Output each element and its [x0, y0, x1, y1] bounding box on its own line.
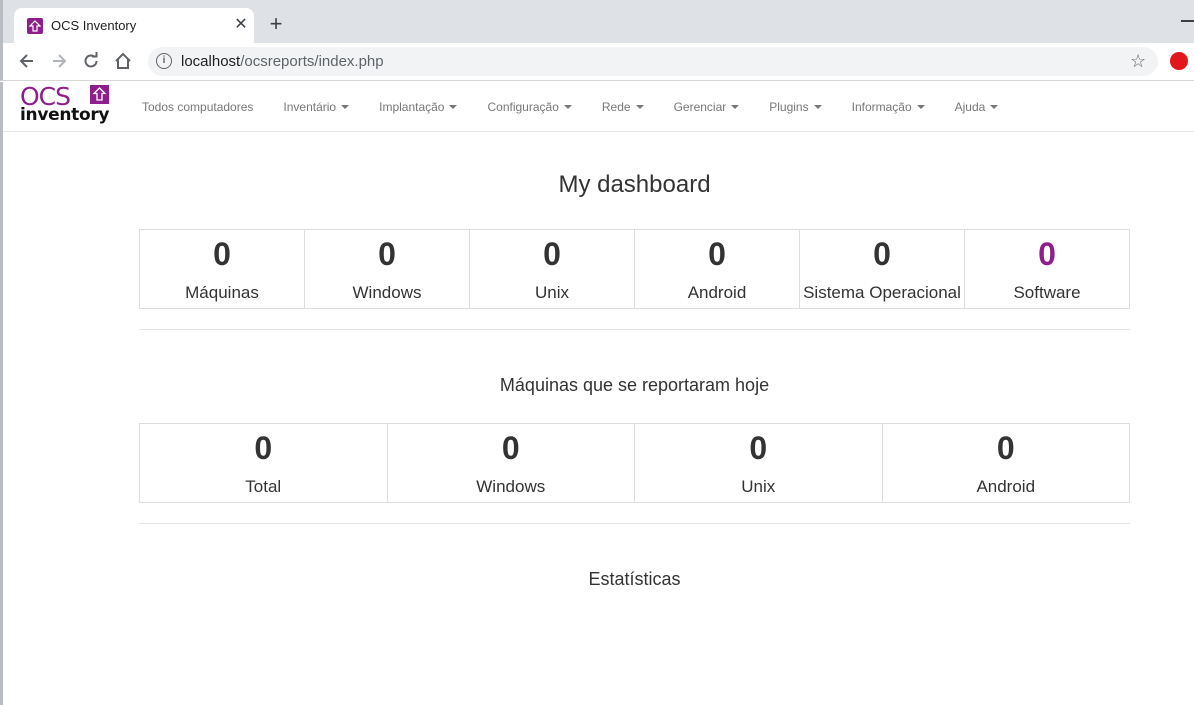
- stat-value: 0: [543, 236, 561, 272]
- close-tab-icon[interactable]: ✕: [233, 17, 249, 33]
- stat-value: 0: [996, 430, 1015, 466]
- stat-label: Android: [687, 283, 747, 302]
- menu-rede[interactable]: Rede: [587, 82, 659, 132]
- home-icon[interactable]: [113, 51, 133, 71]
- menu-configuracao[interactable]: Configuração: [472, 82, 586, 132]
- today-card-unix[interactable]: 0 Unix: [635, 424, 883, 502]
- today-card-total[interactable]: 0 Total: [140, 424, 388, 502]
- today-card-android[interactable]: 0 Android: [883, 424, 1130, 502]
- stat-value: 0: [749, 430, 768, 466]
- menu-ajuda[interactable]: Ajuda: [940, 82, 1014, 132]
- stat-value: 0: [501, 430, 520, 466]
- stat-value: 0: [873, 236, 891, 272]
- stat-label: Android: [976, 477, 1036, 496]
- menu-gerenciar[interactable]: Gerenciar: [659, 82, 755, 132]
- reload-icon[interactable]: [81, 51, 101, 71]
- stat-label: Unix: [741, 477, 776, 496]
- menu-inventario[interactable]: Inventário: [268, 82, 364, 132]
- stat-card-maquinas[interactable]: 0 Máquinas: [140, 230, 305, 308]
- menu-plugins[interactable]: Plugins: [754, 82, 836, 132]
- stat-label: Sistema Operacional: [803, 283, 961, 302]
- main-navbar: OCS inventory Todos computadores Inventá…: [3, 82, 1194, 132]
- caret-down-icon: [341, 105, 350, 109]
- back-icon[interactable]: [17, 51, 37, 71]
- stat-label: Windows: [352, 283, 422, 302]
- bookmark-star-icon[interactable]: ☆: [1130, 51, 1146, 72]
- caret-down-icon: [449, 105, 458, 109]
- logo-upload-icon: [90, 85, 109, 104]
- caret-down-icon: [916, 105, 925, 109]
- address-bar[interactable]: i localhost/ocsreports/index.php ☆: [148, 47, 1158, 76]
- stat-card-software[interactable]: 0 Software: [965, 230, 1129, 308]
- stat-value: 0: [213, 236, 231, 272]
- stat-card-sistema-operacional[interactable]: 0 Sistema Operacional: [800, 230, 965, 308]
- stat-value-link[interactable]: 0: [965, 236, 1129, 273]
- stats-section-title: Estatísticas: [588, 569, 681, 589]
- ocs-favicon-icon: [27, 18, 43, 34]
- page-title: My dashboard: [558, 171, 711, 198]
- minimize-icon[interactable]: [1181, 20, 1194, 22]
- stat-card-android[interactable]: 0 Android: [635, 230, 800, 308]
- caret-down-icon: [635, 105, 644, 109]
- tab-title: OCS Inventory: [51, 18, 137, 33]
- browser-tab[interactable]: OCS Inventory ✕: [14, 8, 254, 43]
- caret-down-icon: [990, 105, 999, 109]
- today-stats: 0 Total 0 Windows 0 Unix 0 Android: [139, 423, 1130, 503]
- today-section-title: Máquinas que se reportaram hoje: [499, 375, 770, 395]
- menu-implantacao[interactable]: Implantação: [364, 82, 472, 132]
- stat-value: 0: [254, 430, 273, 466]
- new-tab-icon[interactable]: +: [265, 13, 287, 35]
- stat-card-windows[interactable]: 0 Windows: [305, 230, 470, 308]
- stat-value: 0: [378, 236, 396, 272]
- stat-label: Máquinas: [185, 283, 259, 302]
- main-menu: Todos computadores Inventário Implantaçã…: [127, 82, 1013, 132]
- info-icon[interactable]: i: [156, 53, 172, 69]
- logo-inventory-text: inventory: [20, 105, 110, 125]
- menu-todos-computadores[interactable]: Todos computadores: [127, 82, 268, 132]
- caret-down-icon: [731, 105, 740, 109]
- browser-toolbar: i localhost/ocsreports/index.php ☆: [0, 43, 1194, 81]
- caret-down-icon: [563, 105, 572, 109]
- caret-down-icon: [813, 105, 822, 109]
- section-divider: [139, 329, 1130, 330]
- section-divider: [139, 523, 1130, 524]
- today-card-windows[interactable]: 0 Windows: [388, 424, 635, 502]
- forward-icon[interactable]: [49, 51, 69, 71]
- browser-tab-bar: OCS Inventory ✕ +: [0, 0, 1194, 43]
- extension-icon[interactable]: [1170, 52, 1188, 70]
- menu-informacao[interactable]: Informação: [837, 82, 940, 132]
- stat-label: Total: [245, 477, 282, 496]
- stat-label: Unix: [534, 283, 569, 302]
- stat-value: 0: [708, 236, 726, 272]
- ocs-inventory-logo[interactable]: OCS inventory: [19, 84, 111, 126]
- summary-stats: 0 Máquinas 0 Windows 0 Unix 0 Android 0 …: [139, 229, 1130, 309]
- stat-card-unix[interactable]: 0 Unix: [470, 230, 635, 308]
- stat-label: Software: [1013, 283, 1081, 302]
- stat-label: Windows: [476, 477, 546, 496]
- page: OCS inventory Todos computadores Inventá…: [0, 82, 1194, 705]
- url-text: localhost/ocsreports/index.php: [181, 53, 384, 70]
